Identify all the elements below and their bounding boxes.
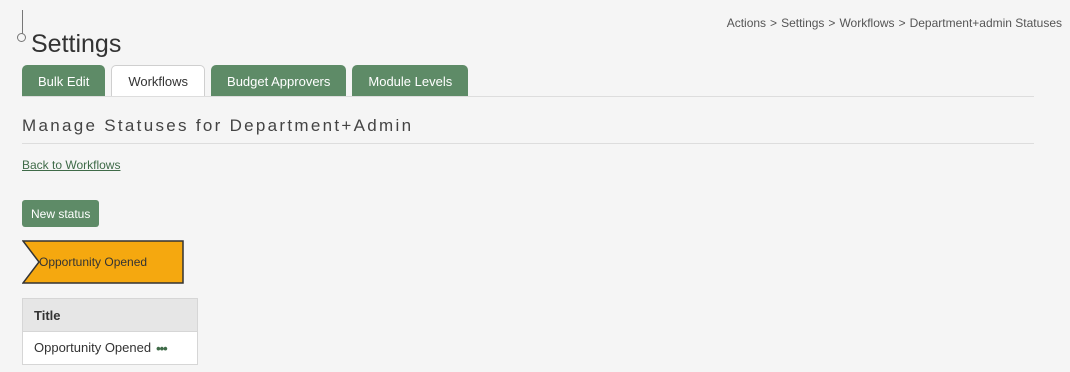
tab-module-levels[interactable]: Module Levels [352, 65, 469, 97]
ellipsis-icon[interactable]: ••• [156, 341, 168, 356]
breadcrumb-item-workflows[interactable]: Workflows [839, 16, 894, 30]
tab-bar: Bulk Edit Workflows Budget Approvers Mod… [22, 65, 469, 97]
new-status-button[interactable]: New status [22, 200, 100, 227]
breadcrumb-item-actions[interactable]: Actions [727, 16, 766, 30]
status-chevron-label: Opportunity Opened [39, 255, 148, 269]
tab-bulk-edit[interactable]: Bulk Edit [22, 65, 106, 97]
breadcrumb-separator: > [828, 16, 836, 30]
breadcrumb-separator: > [898, 16, 906, 30]
breadcrumb-item-current: Department+admin Statuses [909, 16, 1062, 30]
back-to-workflows-link[interactable]: Back to Workflows [22, 158, 120, 172]
breadcrumb-item-settings[interactable]: Settings [781, 16, 824, 30]
heading-divider [22, 143, 1034, 144]
tabs-divider [22, 96, 1034, 97]
timeline-line [22, 10, 23, 35]
table-row: Opportunity Opened ••• [22, 331, 198, 365]
status-chevron[interactable]: Opportunity Opened [22, 240, 184, 284]
page-title: Settings [31, 30, 122, 58]
table-cell-title: Opportunity Opened ••• [22, 331, 198, 365]
breadcrumb: Actions > Settings > Workflows > Departm… [727, 16, 1062, 30]
status-title: Opportunity Opened [34, 339, 152, 355]
table-header-row: Title [22, 298, 198, 332]
section-heading: Manage Statuses for Department+Admin [22, 116, 414, 135]
tab-workflows[interactable]: Workflows [111, 65, 206, 97]
column-header-title[interactable]: Title [22, 298, 198, 332]
timeline-dot-icon [17, 33, 26, 42]
tab-budget-approvers[interactable]: Budget Approvers [211, 65, 347, 97]
breadcrumb-separator: > [770, 16, 778, 30]
status-table: Title Opportunity Opened ••• [22, 298, 198, 365]
